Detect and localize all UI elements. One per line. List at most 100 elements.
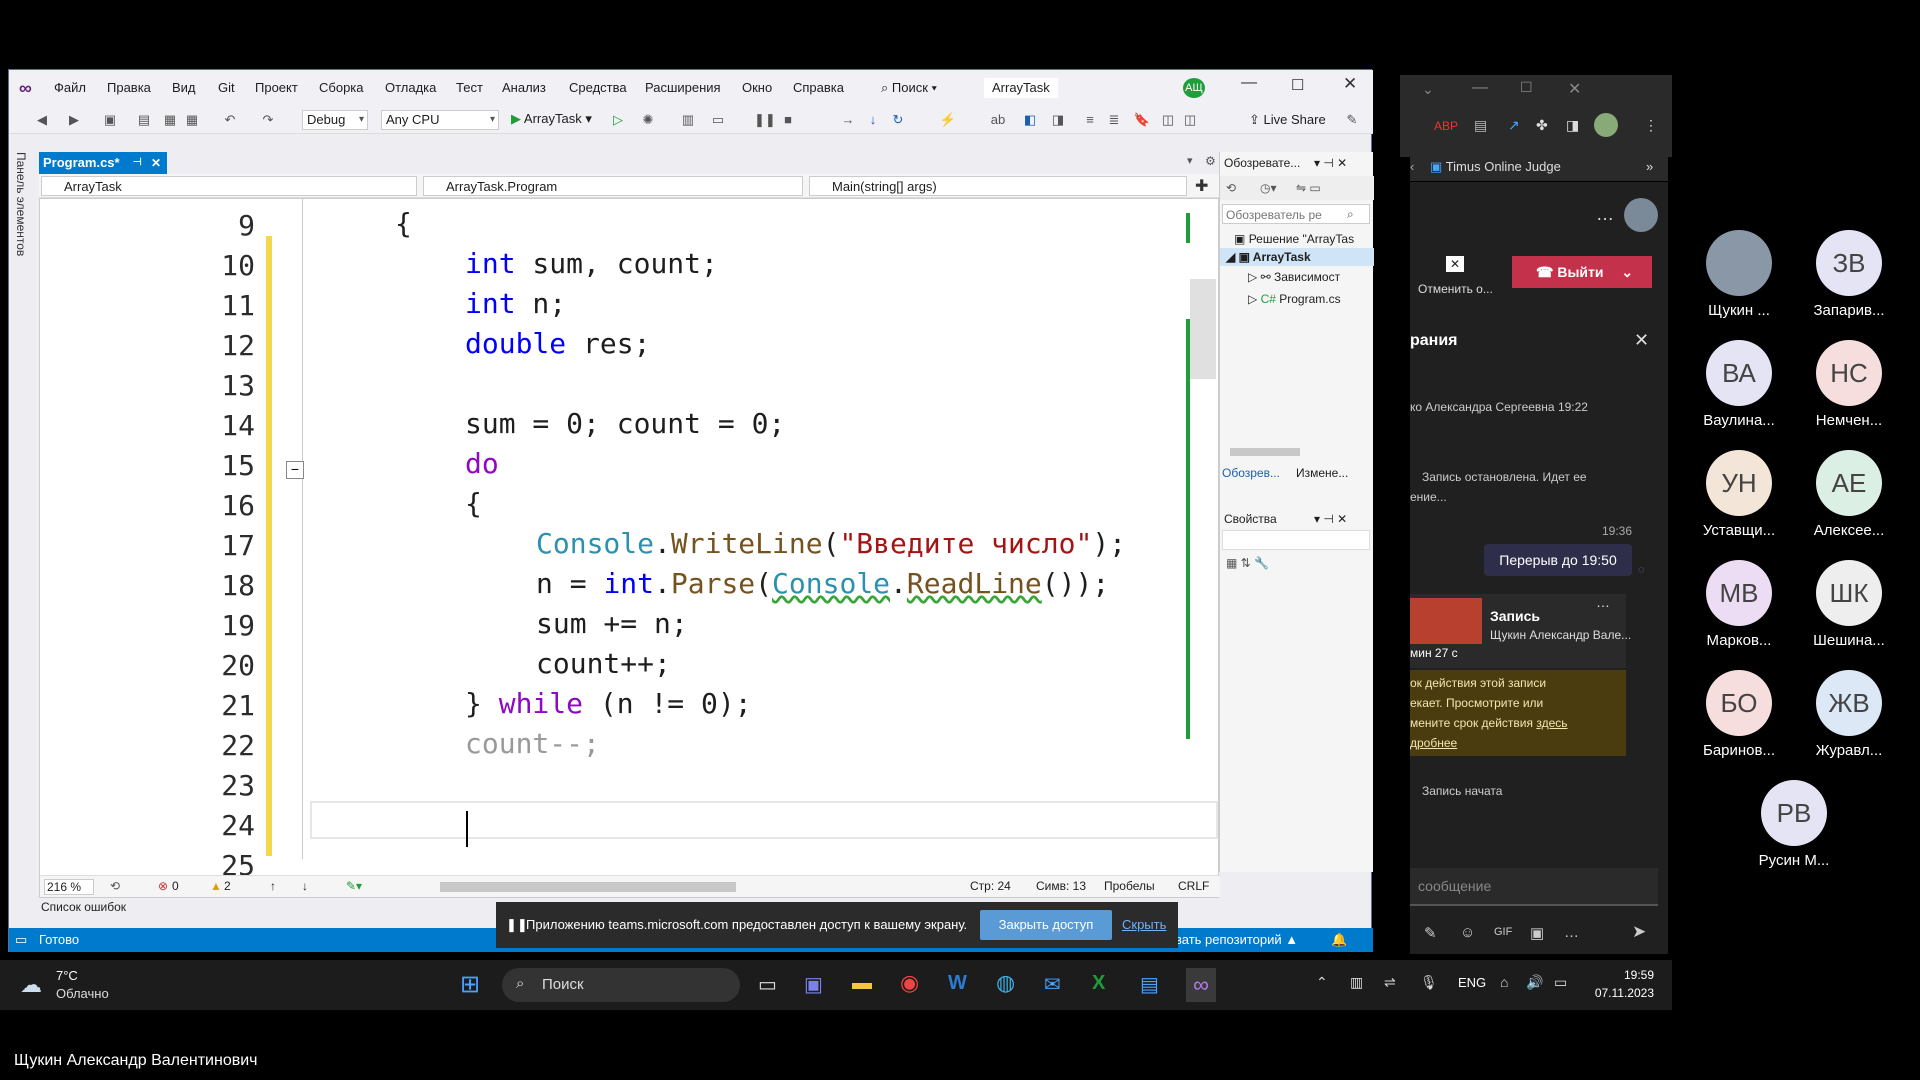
error-list-tab[interactable]: Список ошибок [41,900,126,914]
chevron-left-icon[interactable]: ‹ [1410,159,1414,174]
minimize-icon[interactable]: — [1472,79,1488,97]
solution-search-input[interactable]: Обозреватель ре ⌕ [1222,204,1370,224]
gif-icon[interactable]: GIF [1494,926,1512,938]
outdent-icon[interactable]: ≣ [1105,111,1123,129]
weather-icon[interactable]: ☁ [20,972,42,998]
participant-avatar[interactable]: ЖВ [1816,670,1882,736]
forward-icon[interactable]: ▶ [65,111,83,129]
minimize-icon[interactable]: — [1241,74,1257,92]
network-activity-icon[interactable]: ▥ [1350,974,1363,991]
step-into-icon[interactable]: ↓ [864,111,882,129]
class-combo[interactable]: ArrayTask.Program [423,176,803,196]
microphone-icon[interactable]: 🎙 [1420,974,1438,991]
compose-input[interactable]: сообщение [1410,868,1658,906]
tab-dropdown-icon[interactable]: ▾ [1187,154,1193,167]
menu-edit[interactable]: Правка [107,80,151,95]
user-avatar[interactable] [1624,198,1658,232]
spell-icon[interactable]: ab [989,111,1007,129]
next-issue-icon[interactable]: ↓ [302,879,308,893]
notepad-icon[interactable]: ▤ [1140,972,1159,997]
step-out-icon[interactable]: ↻ [889,111,907,129]
participant-avatar[interactable]: ВА [1706,340,1772,406]
clock-time[interactable]: 19:59 [1590,968,1654,982]
save-all-icon[interactable]: ▦ [183,111,201,129]
clock-date[interactable]: 07.11.2023 [1580,986,1654,1000]
code-cleanup-icon[interactable]: ✎▾ [346,879,362,893]
project-combo[interactable]: ArrayTask [41,176,417,196]
here-link[interactable]: здесь [1536,716,1567,730]
close-icon[interactable]: ✕ [1343,74,1357,94]
tab-dropdown-icon[interactable]: ⌄ [1422,81,1434,98]
uncomment-icon[interactable]: ◨ [1049,111,1067,129]
sticker-icon[interactable]: ▣ [1530,924,1544,942]
tab-close-icon[interactable]: ✕ [151,152,161,174]
close-access-button[interactable]: Закрыть доступ [980,910,1112,940]
participant-avatar[interactable]: АЕ [1816,450,1882,516]
participant-avatar[interactable]: МВ [1706,560,1772,626]
participant-avatar[interactable]: НС [1816,340,1882,406]
tree-item-program-cs[interactable]: ▷ C# Program.cs [1248,292,1341,306]
format-icon[interactable]: ✎ [1424,924,1437,942]
toolbox-strip[interactable]: Панель элементов [9,144,35,914]
pin-icon[interactable]: ⊣ [133,152,142,174]
menu-project[interactable]: Проект [255,80,298,95]
categorized-icon[interactable]: ▦ ⇅ 🔧 [1226,556,1269,570]
recording-card[interactable]: мин 27 с Запись Щукин Александр Вале... … [1410,594,1631,668]
prev-bookmark-icon[interactable]: ◫ [1159,111,1177,129]
extension-icon[interactable]: ▤ [1474,117,1487,134]
participant-avatar[interactable]: БО [1706,670,1772,736]
tree-item-project[interactable]: ◢ ▣ ArrayTask [1220,248,1374,266]
volume-icon[interactable]: 🔊 [1526,974,1543,991]
browser-menu-icon[interactable]: ⋮ [1644,117,1658,134]
adblock-icon[interactable]: ABP [1434,119,1458,133]
code-editor[interactable]: − 9 10 11 12 13 14 15 16 17 18 19 20 21 … [39,198,1220,898]
edge-icon[interactable]: ◍ [996,970,1015,996]
indent-icon[interactable]: ≡ [1081,111,1099,129]
taskbar-search[interactable]: ⌕ Поиск [502,968,740,1002]
maximize-icon[interactable]: ☐ [1520,79,1533,96]
puzzle-icon[interactable]: ✤ [1536,117,1548,134]
tab-program-cs[interactable]: Program.cs* ⊣ ✕ [39,152,167,174]
health-icon[interactable]: ⟲ [110,879,120,893]
user-avatar[interactable]: АЩ [1183,78,1205,98]
extension-icon[interactable]: ↗ [1508,117,1520,134]
error-icon[interactable]: ⊗ [158,879,168,893]
sliders-icon[interactable]: ⇌ [1384,974,1396,991]
wifi-icon[interactable]: ⌂ [1500,974,1508,990]
undo-icon[interactable]: ↶ [221,111,239,129]
add-to-repo-button[interactable]: вать репозиторий ▲ [1175,932,1298,947]
tree-item-solution[interactable]: ▣ Решение "ArrayTas [1234,232,1354,246]
layout-icon[interactable]: ▭ [709,111,727,129]
comment-icon[interactable]: ◧ [1021,111,1039,129]
back-icon[interactable]: ◀ [33,111,51,129]
teams-icon[interactable]: ▣ [804,972,823,997]
start-icon[interactable]: ⊞ [460,970,480,999]
emoji-icon[interactable]: ☺ [1460,924,1475,941]
leave-button[interactable]: ☎ Выйти ⌄ [1512,256,1652,288]
bookmark-icon[interactable]: 🔖 [1133,111,1151,129]
chevron-up-icon[interactable]: ⌃ [1316,974,1328,991]
notifications-icon[interactable]: 🔔 [1331,932,1347,948]
save-icon[interactable]: ▦ [161,111,179,129]
menu-help[interactable]: Справка [793,80,844,95]
prev-issue-icon[interactable]: ↑ [270,879,276,893]
menu-window[interactable]: Окно [742,80,772,95]
profile-avatar[interactable] [1594,113,1618,137]
language-indicator[interactable]: ENG [1458,975,1486,990]
tab-git-changes[interactable]: Измене... [1296,466,1348,480]
menu-debug[interactable]: Отладка [385,80,436,95]
sync-icon[interactable]: ⟲ [1226,181,1236,195]
mail-icon[interactable]: ✉ [1044,972,1061,997]
member-combo[interactable]: Main(string[] args) [809,176,1187,196]
sidepanel-icon[interactable]: ◨ [1566,117,1579,134]
more-icon[interactable]: … [1596,594,1610,610]
more-icon[interactable]: … [1564,924,1579,941]
redo-icon[interactable]: ↷ [259,111,277,129]
next-bookmark-icon[interactable]: ◫ [1181,111,1199,129]
hide-link[interactable]: Скрыть [1122,917,1166,932]
menu-test[interactable]: Тест [456,80,483,95]
panel-menu-icon[interactable]: ▾ ⊣ ✕ [1314,512,1347,526]
hot-reload-icon[interactable]: ✺ [639,111,657,129]
live-share-button[interactable]: ⇪ Live Share [1249,112,1326,128]
feedback-icon[interactable]: ✎ [1343,111,1361,129]
